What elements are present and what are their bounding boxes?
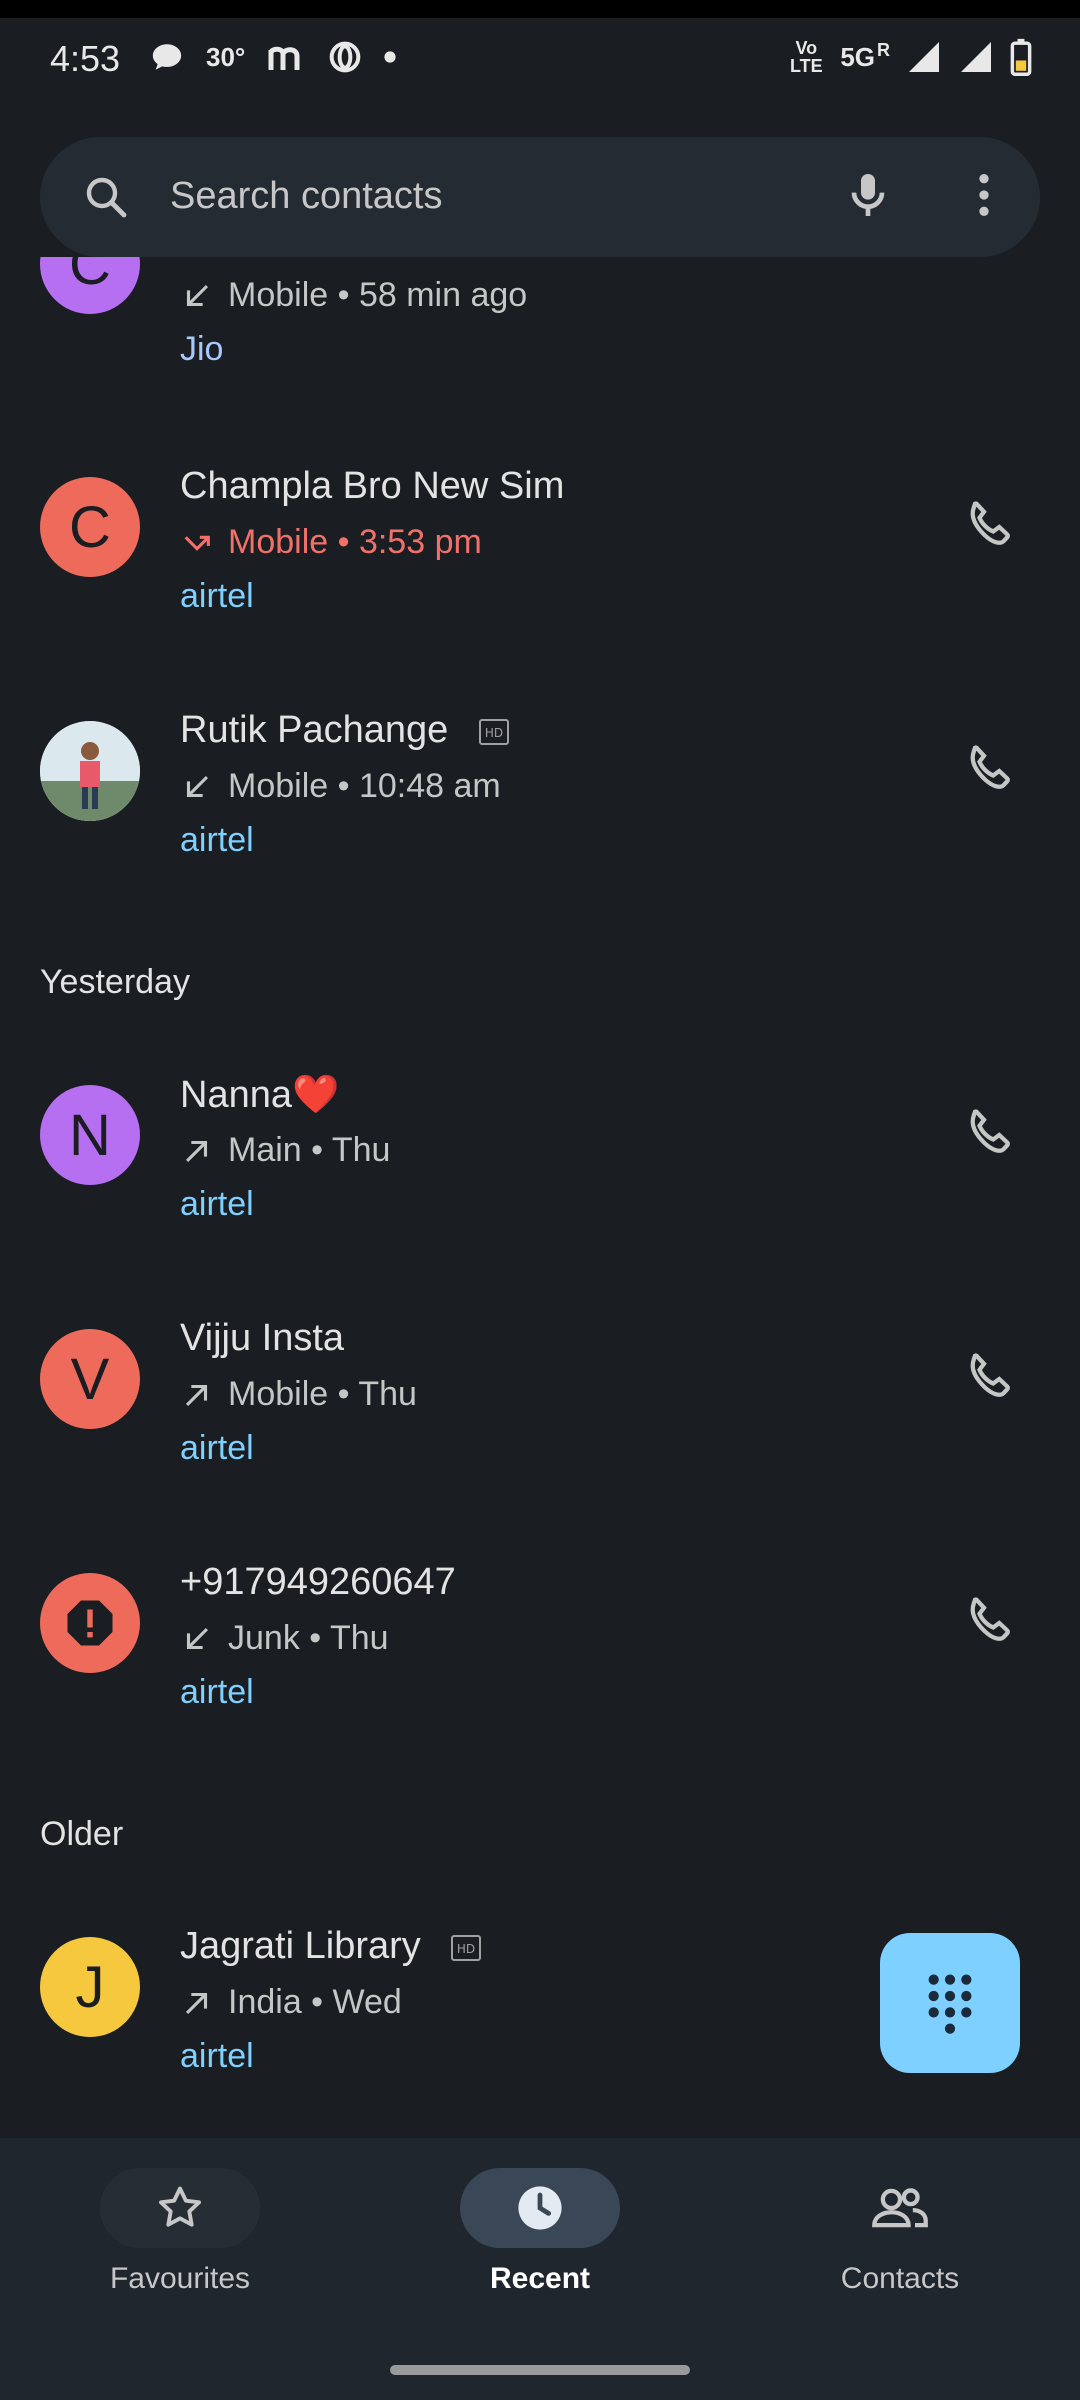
incoming-call-icon — [186, 775, 209, 797]
nav-recent-pill[interactable] — [460, 2168, 620, 2248]
message-bubble-icon — [152, 44, 182, 70]
weather-temp: 30° — [206, 41, 246, 72]
svg-text:HD: HD — [457, 1942, 475, 1956]
contact-name: Vijju Insta — [180, 1317, 345, 1359]
network-type: 5G — [840, 41, 875, 72]
nav-contacts-pill[interactable] — [820, 2168, 980, 2248]
roaming-indicator: R — [877, 39, 890, 60]
people-icon — [872, 2188, 928, 2228]
carrier-label: airtel — [180, 1429, 254, 1467]
avatar: C — [40, 477, 140, 577]
contact-name: +917949260647 — [180, 1561, 456, 1603]
m-app-icon — [268, 46, 300, 70]
svg-text:HD: HD — [485, 726, 503, 740]
call-detail: Mobile • 3:53 pm — [180, 523, 482, 562]
call-detail: Junk • Thu — [180, 1619, 389, 1658]
call-detail: Main • Thu — [180, 1131, 390, 1170]
bottom-navigation: Favourites Recent Contacts — [0, 2138, 1080, 2400]
call-log-row[interactable]: +917949260647 Junk • Thu airtel — [0, 1523, 1080, 1743]
status-bar: 4:53 30° Vo LTE 5G R — [0, 0, 1080, 120]
call-log-row[interactable]: Rutik Pachange HD Mobile • 10:48 am airt… — [0, 671, 1080, 891]
carrier-label: airtel — [180, 1185, 254, 1223]
signal-icon — [909, 42, 939, 72]
carrier-label: airtel — [180, 821, 254, 859]
call-detail: Mobile • 58 min ago — [180, 276, 527, 315]
volte-indicator: Vo LTE — [789, 38, 823, 76]
avatar-spam — [40, 1573, 140, 1673]
nav-favourites-label: Favourites — [109, 2262, 251, 2295]
call-detail: India • Wed — [180, 1983, 402, 2022]
nav-favourites[interactable]: Favourites — [30, 2168, 330, 2296]
avatar: J — [40, 1937, 140, 2037]
spam-warning-icon — [67, 1600, 113, 1646]
incoming-call-icon — [186, 284, 209, 306]
section-header-older: Older — [40, 1815, 124, 1853]
phone-icon[interactable] — [960, 495, 1020, 555]
outgoing-call-icon — [185, 1140, 208, 1162]
person-photo-icon — [40, 721, 140, 821]
nav-recent[interactable]: Recent — [390, 2168, 690, 2296]
system-icons: Vo LTE 5G R — [788, 38, 1032, 76]
phone-icon[interactable] — [960, 1103, 1020, 1163]
contact-name: Nanna❤️ — [180, 1074, 340, 1116]
notification-icons: 30° — [150, 40, 397, 74]
status-bar-edge — [0, 0, 1080, 18]
mic-icon[interactable] — [840, 167, 896, 223]
phone-icon[interactable] — [960, 1347, 1020, 1407]
dialpad-icon — [928, 1974, 972, 2034]
section-header-yesterday: Yesterday — [40, 963, 190, 1001]
nav-favourites-pill[interactable] — [100, 2168, 260, 2248]
nav-contacts[interactable]: Contacts — [750, 2168, 1050, 2296]
hd-call-icon: HD — [451, 1934, 482, 1961]
more-vert-icon[interactable] — [956, 167, 1012, 223]
call-log-row[interactable]: V Vijju Insta Mobile • Thu airtel — [0, 1279, 1080, 1499]
hd-call-icon: HD — [478, 718, 509, 745]
outgoing-call-icon — [185, 1384, 208, 1406]
contact-name: Jagrati Library HD — [180, 1925, 482, 1968]
avatar-photo — [40, 721, 140, 821]
avatar: C — [40, 257, 140, 314]
battery-icon — [1010, 38, 1032, 76]
call-detail: Mobile • Thu — [180, 1375, 417, 1414]
carrier-label: airtel — [180, 1673, 254, 1711]
signal-icon-2 — [961, 42, 991, 72]
search-input[interactable]: Search contacts — [170, 175, 442, 218]
phone-icon[interactable] — [960, 1591, 1020, 1651]
clock-icon — [518, 2186, 562, 2230]
status-time: 4:53 — [50, 38, 121, 79]
phone-icon[interactable] — [960, 739, 1020, 799]
opera-icon — [329, 41, 361, 73]
incoming-call-icon — [186, 1627, 209, 1649]
avatar: N — [40, 1085, 140, 1185]
home-indicator[interactable] — [390, 2365, 690, 2375]
avatar: V — [40, 1329, 140, 1429]
nav-contacts-label: Contacts — [840, 2262, 960, 2295]
search-bar[interactable]: Search contacts — [40, 137, 1040, 257]
star-icon — [158, 2186, 202, 2227]
carrier-label: airtel — [180, 2037, 254, 2075]
outgoing-call-icon — [185, 1992, 208, 2014]
contact-name: Champla Bro New Sim — [180, 465, 565, 507]
nav-recent-label: Recent — [489, 2262, 591, 2295]
contact-name: Rutik Pachange HD — [180, 709, 509, 752]
call-log-row[interactable]: C Mobile • 58 min ago Jio — [0, 257, 1080, 404]
call-detail: Mobile • 10:48 am — [180, 767, 501, 806]
dot-icon — [384, 51, 396, 63]
call-log-row[interactable]: C Champla Bro New Sim Mobile • 3:53 pm a… — [0, 427, 1080, 647]
search-icon — [86, 177, 127, 218]
carrier-label: airtel — [180, 577, 254, 615]
missed-call-icon — [184, 535, 210, 551]
call-log-row[interactable]: N Nanna❤️ Main • Thu airtel — [0, 1035, 1080, 1255]
call-log-list[interactable]: C Mobile • 58 min ago Jio C Champla Bro … — [0, 257, 1080, 2137]
carrier-label: Jio — [180, 330, 224, 368]
dialpad-button[interactable] — [880, 1933, 1020, 2073]
